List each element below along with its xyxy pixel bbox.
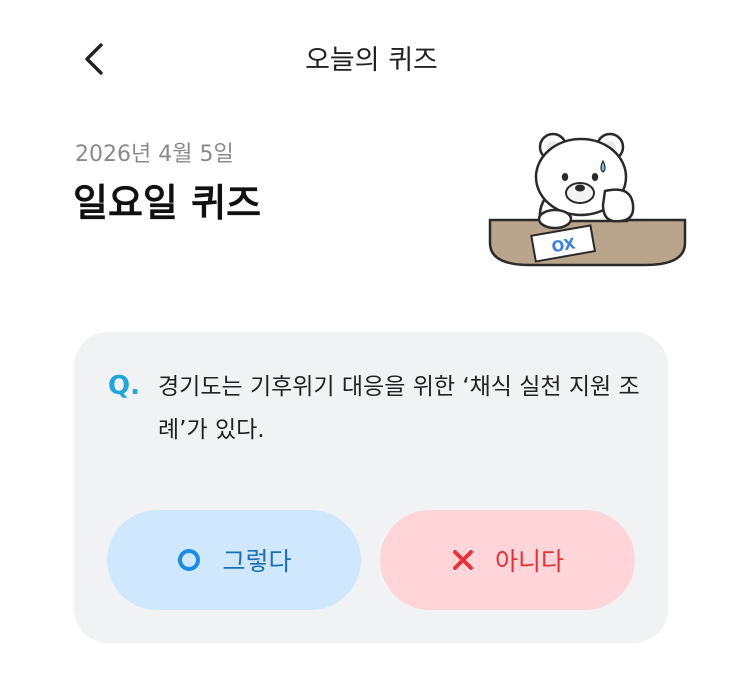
question-text: 경기도는 기후위기 대응을 위한 ‘채식 실천 지원 조례’가 있다. bbox=[158, 374, 640, 443]
x-mark-icon bbox=[452, 550, 473, 570]
header-title: 오늘의 퀴즈 bbox=[305, 45, 438, 76]
answer-yes-label: 그렇다 bbox=[222, 547, 292, 576]
bear-mascot-illustration: OX bbox=[488, 132, 687, 267]
app-header: 오늘의 퀴즈 bbox=[0, 0, 743, 110]
answer-yes-button[interactable]: 그렇다 bbox=[107, 510, 361, 610]
circle-o-icon bbox=[178, 549, 201, 571]
question-prefix: Q. bbox=[108, 371, 140, 401]
answer-no-button[interactable]: 아니다 bbox=[380, 510, 635, 610]
quiz-date: 2026년 4월 5일 bbox=[75, 142, 234, 167]
quiz-title: 일요일 퀴즈 bbox=[73, 181, 262, 225]
answer-no-label: 아니다 bbox=[494, 547, 564, 576]
question-card: Q. 경기도는 기후위기 대응을 위한 ‘채식 실천 지원 조례’가 있다. 그… bbox=[74, 332, 668, 643]
